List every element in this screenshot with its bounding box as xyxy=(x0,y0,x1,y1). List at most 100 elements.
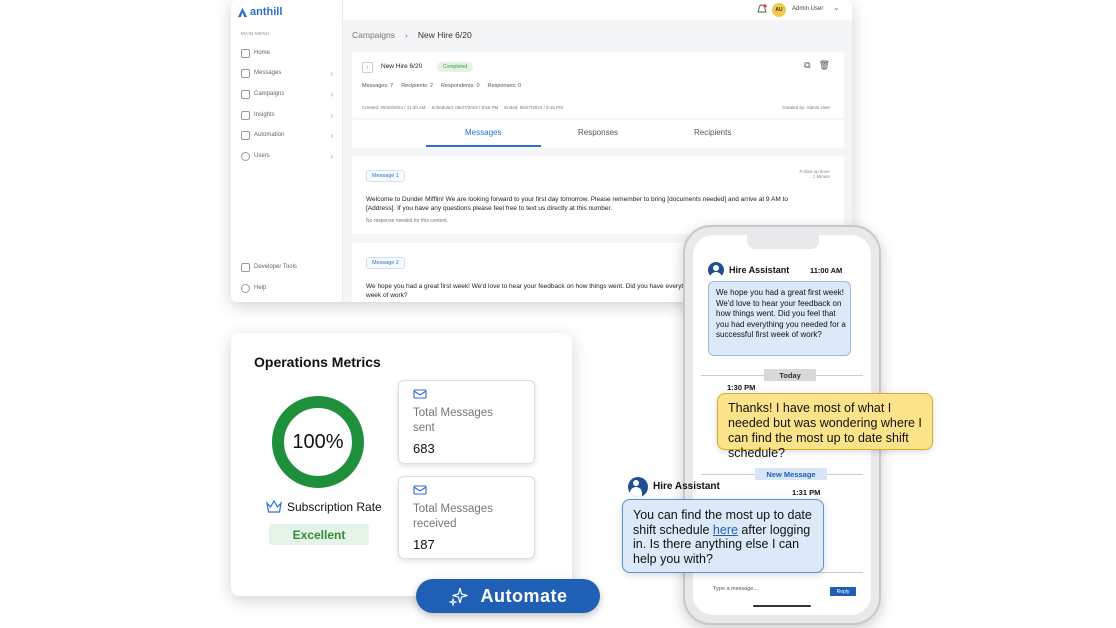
sidebar-item-developer-tools[interactable]: Developer Tools xyxy=(241,260,333,274)
sender-name: Hire Assistant xyxy=(729,265,790,275)
card-actions: ⧉ 🗑 xyxy=(804,60,830,71)
follow-up-value: 1 Minute xyxy=(812,174,830,179)
stat-respondents: Respondents: 0 xyxy=(440,83,480,89)
follow-up-timer: Follow up timer 1 Minute xyxy=(799,169,830,179)
copy-icon[interactable]: ⧉ xyxy=(804,60,810,71)
sidebar: anthill MAIN MENU Home Messages › Campaig… xyxy=(231,0,343,302)
stat-responses: Responses: 0 xyxy=(487,83,522,89)
automate-button[interactable]: Automate xyxy=(416,579,600,613)
tab-responses[interactable]: Responses xyxy=(578,128,618,137)
message-tag: Message 2 xyxy=(366,257,405,269)
sent-value: 683 xyxy=(413,441,435,456)
chevron-right-icon: › xyxy=(330,130,333,140)
subscription-label: Subscription Rate xyxy=(287,500,382,514)
stat-recipients: Recipients: 2 xyxy=(401,83,433,89)
received-label: Total Messages received xyxy=(413,503,493,530)
sidebar-item-messages[interactable]: Messages › xyxy=(241,66,333,80)
subscription-rate: Subscription Rate xyxy=(266,500,382,514)
sidebar-item-label: Messages xyxy=(254,70,282,76)
user-name[interactable]: Admin User xyxy=(792,6,823,12)
bell-icon[interactable] xyxy=(757,4,767,15)
trash-icon[interactable]: 🗑 xyxy=(819,60,830,71)
crown-icon xyxy=(266,500,282,513)
mail-icon xyxy=(413,389,427,399)
tab-recipients[interactable]: Recipients xyxy=(694,128,731,137)
sidebar-item-label: Automation xyxy=(254,132,285,138)
today-divider: Today xyxy=(764,369,816,381)
message-time: 1:30 PM xyxy=(727,383,756,392)
automation-icon xyxy=(241,130,250,140)
assistant-answer-bubble: You can find the most up to date shift s… xyxy=(622,499,824,573)
sidebar-item-label: Help xyxy=(254,285,267,291)
campaign-name: New Hire 6/20 xyxy=(381,63,423,70)
help-icon xyxy=(241,283,250,293)
new-message-divider: New Message xyxy=(755,468,827,480)
donut-value: 100% xyxy=(292,430,344,453)
assistant-avatar xyxy=(708,262,724,278)
sidebar-item-label: Insights xyxy=(254,112,275,118)
tab-messages[interactable]: Messages xyxy=(465,128,501,137)
campaign-stats: Messages: 7 Recipients: 2 Respondents: 0… xyxy=(362,83,521,89)
message-input[interactable]: Type a message... xyxy=(713,586,758,592)
sidebar-item-automation[interactable]: Automation › xyxy=(241,128,333,142)
tab-bar: Messages Responses Recipients xyxy=(352,120,844,148)
sidebar-item-help[interactable]: Help xyxy=(241,281,333,295)
chevron-right-icon: › xyxy=(330,110,333,120)
stat-messages: Messages: 7 xyxy=(362,83,394,89)
user-reply-bubble: Thanks! I have most of what I needed but… xyxy=(717,393,933,460)
created-by: Created by: Admin User xyxy=(782,105,830,110)
metrics-title: Operations Metrics xyxy=(254,354,381,370)
campaign-dates: Created: 06/20/2024 / 11:30 AM Scheduled… xyxy=(362,105,563,110)
chevron-right-icon: › xyxy=(330,151,333,161)
message-time: 11:00 AM xyxy=(810,266,843,275)
messages-sent-card: Total Messages sent 683 xyxy=(398,380,535,464)
sidebar-item-insights[interactable]: Insights › xyxy=(241,108,333,122)
back-button[interactable]: ‹ xyxy=(362,62,373,73)
app-logo[interactable]: anthill xyxy=(237,6,282,18)
received-value: 187 xyxy=(413,537,435,552)
message-note: No response needed for this content. xyxy=(366,218,448,224)
sidebar-item-label: Users xyxy=(254,153,270,159)
scheduled-date: Scheduled: 06/27/2024 / 8:56 PM xyxy=(431,105,499,110)
chevron-right-icon: › xyxy=(330,68,333,78)
logo-text: anthill xyxy=(250,6,283,18)
chat-icon xyxy=(241,68,250,78)
active-tab-indicator xyxy=(426,145,541,147)
anthill-logo-icon xyxy=(237,7,248,17)
sidebar-item-label: Campaigns xyxy=(254,91,285,97)
chart-icon xyxy=(241,110,250,120)
status-badge: Completed xyxy=(437,62,474,72)
sparkle-icon xyxy=(448,587,469,607)
avatar[interactable]: AU xyxy=(772,3,786,17)
sidebar-item-label: Developer Tools xyxy=(254,264,297,270)
schedule-link[interactable]: here xyxy=(713,523,738,537)
main-menu-label: MAIN MENU xyxy=(241,31,270,36)
sidebar-item-campaigns[interactable]: Campaigns › xyxy=(241,87,333,101)
campaign-summary-card: ‹ New Hire 6/20 Completed ⧉ 🗑 Messages: … xyxy=(352,52,844,118)
chevron-right-icon: › xyxy=(330,89,333,99)
message-text: Welcome to Dunder Mifflin! We are lookin… xyxy=(366,196,788,212)
breadcrumb-current: New Hire 6/20 xyxy=(417,30,472,40)
chevron-right-icon: › xyxy=(405,30,408,40)
breadcrumb: Campaigns › New Hire 6/20 xyxy=(352,30,472,40)
assistant-avatar xyxy=(628,477,648,497)
chevron-down-icon[interactable]: ⌄ xyxy=(833,3,840,12)
created-date: Created: 06/20/2024 / 11:30 AM xyxy=(362,105,426,110)
campaign-icon xyxy=(241,89,250,99)
assistant-bubble: We hope you had a great first week! We'd… xyxy=(708,281,851,356)
messages-received-card: Total Messages received 187 xyxy=(398,476,535,559)
home-indicator xyxy=(753,605,811,607)
reply-button[interactable]: Reply xyxy=(830,587,856,596)
top-bar: AU Admin User ⌄ xyxy=(343,0,852,20)
user-icon xyxy=(241,151,250,161)
sidebar-item-users[interactable]: Users › xyxy=(241,149,333,163)
message-time: 1:31 PM xyxy=(792,488,821,497)
message-tag: Message 1 xyxy=(366,170,405,182)
sidebar-item-home[interactable]: Home xyxy=(241,46,333,60)
operations-metrics-card: Operations Metrics 100% Subscription Rat… xyxy=(231,333,572,596)
home-icon xyxy=(241,48,250,58)
sent-label: Total Messages sent xyxy=(413,407,493,434)
sidebar-item-label: Home xyxy=(254,50,271,56)
breadcrumb-campaigns[interactable]: Campaigns xyxy=(352,30,395,40)
mail-icon xyxy=(413,485,427,495)
